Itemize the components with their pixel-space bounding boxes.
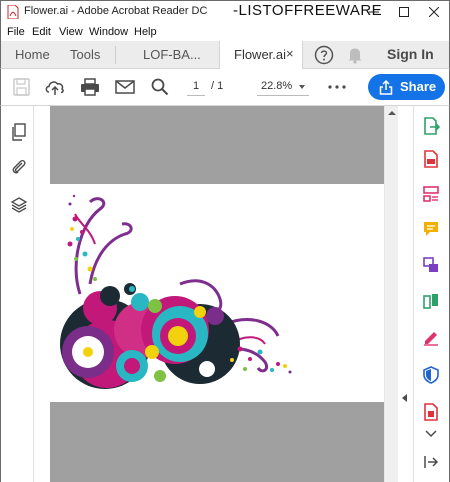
more-tools-icon[interactable] <box>422 403 440 421</box>
tab-flower-label: Flower.ai <box>234 47 287 62</box>
tab-tools[interactable]: Tools <box>70 47 100 62</box>
minimize-icon <box>369 11 379 13</box>
tab-document-lof[interactable]: LOF-BA... <box>143 47 201 62</box>
window-title: Flower.ai - Adobe Acrobat Reader DC <box>24 5 208 17</box>
menu-bar: File Edit View Window Help <box>0 23 450 41</box>
toolbar: 1 / 1 22.8% Share <box>0 69 450 106</box>
tab-bar: Home Tools LOF-BA... Flower.ai × Sign In <box>0 41 450 69</box>
panel-divider <box>413 106 414 482</box>
page-total: / 1 <box>211 80 224 92</box>
attachment-icon[interactable] <box>10 158 28 176</box>
layers-icon[interactable] <box>10 196 28 214</box>
share-icon <box>379 79 393 95</box>
export-pdf-icon[interactable] <box>422 117 440 135</box>
organize-pages-icon[interactable] <box>422 292 440 310</box>
maximize-button[interactable] <box>389 1 419 23</box>
upload-cloud-icon[interactable] <box>44 77 66 97</box>
combine-files-icon[interactable] <box>422 256 440 274</box>
share-button[interactable]: Share <box>368 74 445 100</box>
create-pdf-icon[interactable] <box>422 150 440 168</box>
close-icon <box>429 7 439 17</box>
print-icon[interactable] <box>79 77 101 97</box>
sign-in-button[interactable]: Sign In <box>387 46 434 62</box>
comment-icon[interactable] <box>422 220 440 238</box>
save-icon[interactable] <box>11 77 33 97</box>
vertical-scrollbar[interactable] <box>384 106 398 482</box>
maximize-icon <box>399 7 409 17</box>
chevron-down-icon[interactable] <box>299 85 305 89</box>
pdf-page <box>50 184 384 402</box>
share-label: Share <box>400 79 437 94</box>
menu-view[interactable]: View <box>59 26 83 38</box>
close-window-button[interactable] <box>419 1 449 23</box>
fill-sign-icon[interactable] <box>422 328 440 346</box>
document-viewport[interactable] <box>34 106 398 482</box>
scroll-up-icon[interactable] <box>388 110 396 116</box>
acrobat-app-icon <box>7 5 19 19</box>
title-bar: Flower.ai - Adobe Acrobat Reader DC -LIS… <box>0 0 450 23</box>
flower-artwork <box>60 194 292 389</box>
menu-window[interactable]: Window <box>89 26 128 38</box>
expand-panel-icon[interactable] <box>424 456 438 468</box>
protect-icon[interactable] <box>422 366 440 384</box>
page-margin-bottom <box>50 402 384 482</box>
tab-document-flower[interactable]: Flower.ai × <box>219 41 303 69</box>
right-tools-panel <box>398 106 450 482</box>
tab-close-icon[interactable]: × <box>286 46 294 61</box>
collapse-right-panel-icon[interactable] <box>402 394 407 402</box>
page-margin-top <box>50 106 384 184</box>
tab-home[interactable]: Home <box>15 47 50 62</box>
menu-file[interactable]: File <box>7 26 25 38</box>
help-icon[interactable] <box>314 45 334 65</box>
menu-edit[interactable]: Edit <box>32 26 51 38</box>
search-icon[interactable] <box>149 77 171 97</box>
menu-help[interactable]: Help <box>134 26 157 38</box>
page-number-input[interactable]: 1 <box>187 78 205 96</box>
left-navigation-panel <box>0 106 46 482</box>
email-icon[interactable] <box>114 77 136 97</box>
chevron-down-icon[interactable] <box>425 430 437 438</box>
pages-icon[interactable] <box>10 123 28 141</box>
edit-pdf-icon[interactable] <box>422 185 440 203</box>
tab-divider <box>115 46 116 64</box>
notification-bell-icon[interactable] <box>347 46 363 64</box>
more-options-icon[interactable] <box>328 85 346 89</box>
minimize-button[interactable] <box>359 1 389 23</box>
